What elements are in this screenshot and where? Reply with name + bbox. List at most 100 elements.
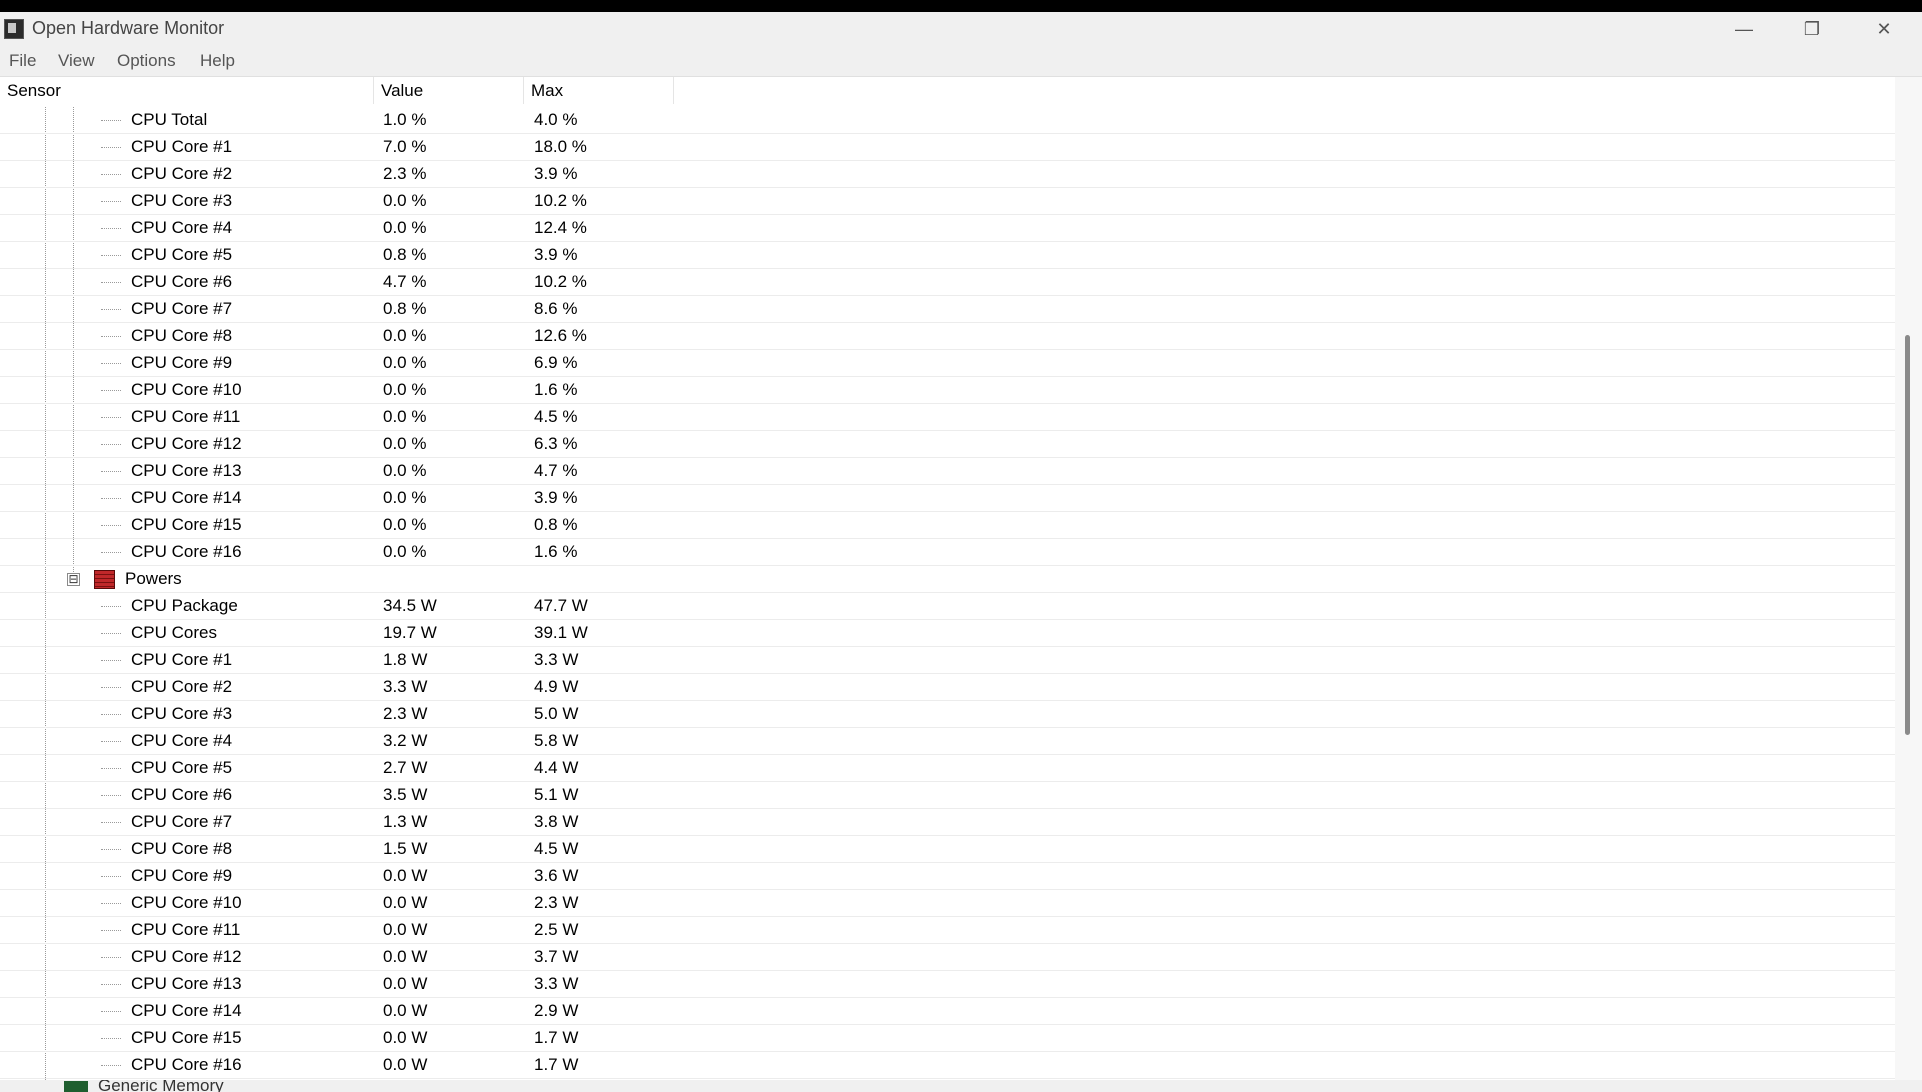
sensor-max: 4.7 % [534, 461, 578, 480]
tree-connector [101, 849, 121, 850]
sensor-row[interactable]: CPU Core #10 0.0 W 2.3 W [0, 890, 1895, 917]
sensor-value: 2.7 W [383, 758, 428, 777]
scrollbar-thumb[interactable] [1905, 335, 1910, 735]
tree-connector [101, 930, 121, 931]
sensor-value: 0.0 W [383, 866, 428, 885]
sensor-row[interactable]: CPU Core #1 7.0 % 18.0 % [0, 134, 1895, 161]
collapse-icon[interactable]: ⊟ [67, 573, 80, 586]
sensor-name: CPU Core #3 [131, 704, 233, 723]
sensor-name: CPU Core #11 [131, 407, 241, 426]
sensor-max: 2.9 W [534, 1001, 579, 1020]
sensor-name: CPU Core #10 [131, 893, 242, 912]
window-title: Open Hardware Monitor [32, 18, 225, 38]
sensor-row[interactable]: CPU Core #5 2.7 W 4.4 W [0, 755, 1895, 782]
sensor-name: Generic Memory [98, 1080, 224, 1092]
sensor-row[interactable]: CPU Cores 19.7 W 39.1 W [0, 620, 1895, 647]
sensor-row[interactable]: CPU Core #13 0.0 % 4.7 % [0, 458, 1895, 485]
sensor-row[interactable]: CPU Core #8 0.0 % 12.6 % [0, 323, 1895, 350]
vertical-scrollbar[interactable] [1895, 77, 1922, 1080]
sensor-value: 0.0 W [383, 893, 428, 912]
maximize-button[interactable]: ❐ [1784, 12, 1840, 46]
column-header-sensor[interactable]: Sensor [0, 77, 374, 104]
sensor-row[interactable]: CPU Core #7 1.3 W 3.8 W [0, 809, 1895, 836]
sensor-max: 4.5 % [534, 407, 578, 426]
sensor-value: 0.0 W [383, 947, 428, 966]
menu-view[interactable]: View [58, 51, 95, 71]
sensor-name: CPU Core #13 [131, 461, 242, 480]
sensor-row[interactable]: CPU Core #10 0.0 % 1.6 % [0, 377, 1895, 404]
sensor-row[interactable]: CPU Core #6 3.5 W 5.1 W [0, 782, 1895, 809]
tree-connector [101, 741, 121, 742]
sensor-row[interactable]: CPU Core #3 0.0 % 10.2 % [0, 188, 1895, 215]
sensor-row[interactable]: CPU Core #9 0.0 W 3.6 W [0, 863, 1895, 890]
sensor-row[interactable]: CPU Core #16 0.0 % 1.6 % [0, 539, 1895, 566]
sensor-row[interactable]: CPU Core #15 0.0 W 1.7 W [0, 1025, 1895, 1052]
close-button[interactable]: ✕ [1856, 12, 1912, 46]
sensor-max: 4.0 % [534, 110, 578, 129]
sensor-name: CPU Core #13 [131, 974, 242, 993]
sensor-name: CPU Core #6 [131, 785, 233, 804]
sensor-value: 3.3 W [383, 677, 428, 696]
app-icon [4, 19, 24, 39]
sensor-row[interactable]: CPU Core #15 0.0 % 0.8 % [0, 512, 1895, 539]
sensor-value: 0.0 % [383, 218, 427, 237]
sensor-row[interactable]: CPU Core #8 1.5 W 4.5 W [0, 836, 1895, 863]
sensor-name: CPU Core #6 [131, 272, 233, 291]
sensor-name: CPU Core #16 [131, 1055, 242, 1074]
column-header-value[interactable]: Value [374, 77, 524, 104]
sensor-row[interactable]: CPU Core #2 2.3 % 3.9 % [0, 161, 1895, 188]
sensor-value: 0.0 % [383, 461, 427, 480]
menu-bar: File View Options Help [0, 46, 1922, 77]
tree-group-row[interactable]: ⊟ Powers [0, 566, 1895, 593]
tree-connector [101, 363, 121, 364]
sensor-value: 7.0 % [383, 137, 427, 156]
sensor-row[interactable]: CPU Core #3 2.3 W 5.0 W [0, 701, 1895, 728]
tree-connector [101, 525, 121, 526]
sensor-name: CPU Core #9 [131, 353, 233, 372]
sensor-max: 3.7 W [534, 947, 579, 966]
sensor-row[interactable]: CPU Core #16 0.0 W 1.7 W [0, 1052, 1895, 1079]
sensor-row[interactable]: CPU Package 34.5 W 47.7 W [0, 593, 1895, 620]
partial-row-generic-memory[interactable]: Generic Memory [0, 1080, 1922, 1092]
tree-connector [101, 606, 121, 607]
sensor-row[interactable]: CPU Core #12 0.0 W 3.7 W [0, 944, 1895, 971]
sensor-value: 0.8 % [383, 245, 427, 264]
menu-help[interactable]: Help [200, 51, 235, 71]
sensor-row[interactable]: CPU Core #4 0.0 % 12.4 % [0, 215, 1895, 242]
sensor-row[interactable]: CPU Core #1 1.8 W 3.3 W [0, 647, 1895, 674]
sensor-row[interactable]: CPU Core #4 3.2 W 5.8 W [0, 728, 1895, 755]
sensor-row[interactable]: CPU Core #7 0.8 % 8.6 % [0, 296, 1895, 323]
menu-file[interactable]: File [9, 51, 36, 71]
tree-connector [101, 471, 121, 472]
sensor-row[interactable]: CPU Core #13 0.0 W 3.3 W [0, 971, 1895, 998]
tree-connector [101, 255, 121, 256]
sensor-row[interactable]: CPU Core #11 0.0 W 2.5 W [0, 917, 1895, 944]
sensor-max: 12.6 % [534, 326, 587, 345]
sensor-row[interactable]: CPU Core #12 0.0 % 6.3 % [0, 431, 1895, 458]
column-header-max[interactable]: Max [524, 77, 674, 104]
tree-connector [101, 417, 121, 418]
sensor-row[interactable]: CPU Core #11 0.0 % 4.5 % [0, 404, 1895, 431]
sensor-name: CPU Core #15 [131, 1028, 242, 1047]
sensor-name: CPU Core #14 [131, 1001, 242, 1020]
sensor-max: 3.9 % [534, 245, 578, 264]
title-bar[interactable]: Open Hardware Monitor — ❐ ✕ [0, 12, 1922, 46]
sensor-max: 4.9 W [534, 677, 579, 696]
sensor-row[interactable]: CPU Core #14 0.0 % 3.9 % [0, 485, 1895, 512]
sensor-row[interactable]: CPU Core #2 3.3 W 4.9 W [0, 674, 1895, 701]
sensor-max: 8.6 % [534, 299, 578, 318]
sensor-max: 2.5 W [534, 920, 579, 939]
sensor-value: 1.8 W [383, 650, 428, 669]
sensor-row[interactable]: CPU Total 1.0 % 4.0 % [0, 107, 1895, 134]
sensor-max: 3.6 W [534, 866, 579, 885]
tree-connector [101, 714, 121, 715]
sensor-row[interactable]: CPU Core #6 4.7 % 10.2 % [0, 269, 1895, 296]
sensor-row[interactable]: CPU Core #14 0.0 W 2.9 W [0, 998, 1895, 1025]
sensor-value: 1.0 % [383, 110, 427, 129]
sensor-row[interactable]: CPU Core #5 0.8 % 3.9 % [0, 242, 1895, 269]
minimize-button[interactable]: — [1716, 12, 1772, 46]
sensor-row[interactable]: CPU Core #9 0.0 % 6.9 % [0, 350, 1895, 377]
power-sensor-icon [94, 570, 115, 589]
menu-options[interactable]: Options [117, 51, 176, 71]
sensor-value: 0.0 W [383, 1001, 428, 1020]
